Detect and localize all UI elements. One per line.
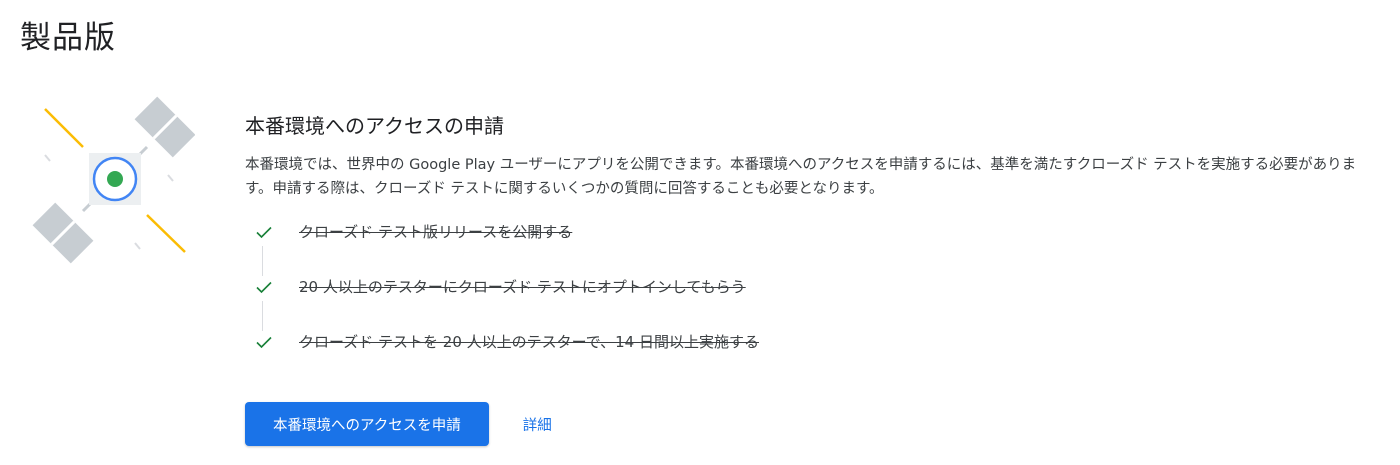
checklist-item: クローズド テスト版リリースを公開する — [254, 222, 1365, 277]
checklist-item-label: クローズド テスト版リリースを公開する — [299, 223, 573, 241]
details-link[interactable]: 詳細 — [523, 414, 552, 435]
production-access-section: 本番環境へのアクセスの申請 本番環境では、世界中の Google Play ユー… — [245, 112, 1365, 387]
page-title: 製品版 — [20, 20, 116, 56]
check-icon — [256, 281, 272, 294]
section-heading: 本番環境へのアクセスの申請 — [245, 114, 504, 138]
actions-row: 本番環境へのアクセスを申請 詳細 — [245, 402, 552, 446]
satellite-icon — [32, 96, 196, 264]
checklist-item-label: 20 人以上のテスターにクローズド テストにオプトインしてもらう — [299, 278, 746, 296]
section-description: 本番環境では、世界中の Google Play ユーザーにアプリを公開できます。… — [245, 157, 1357, 197]
check-icon — [256, 226, 272, 239]
checklist-item: 20 人以上のテスターにクローズド テストにオプトインしてもらう — [254, 277, 1365, 332]
checklist-item-label: クローズド テストを 20 人以上のテスターで、14 日間以上実施する — [299, 333, 759, 351]
requirements-checklist: クローズド テスト版リリースを公開する 20 人以上のテスターにクローズド テス… — [254, 222, 1365, 387]
check-icon — [256, 336, 272, 349]
satellite-illustration — [25, 95, 196, 270]
apply-production-access-button[interactable]: 本番環境へのアクセスを申請 — [245, 402, 489, 446]
checklist-item: クローズド テストを 20 人以上のテスターで、14 日間以上実施する — [254, 332, 1365, 387]
